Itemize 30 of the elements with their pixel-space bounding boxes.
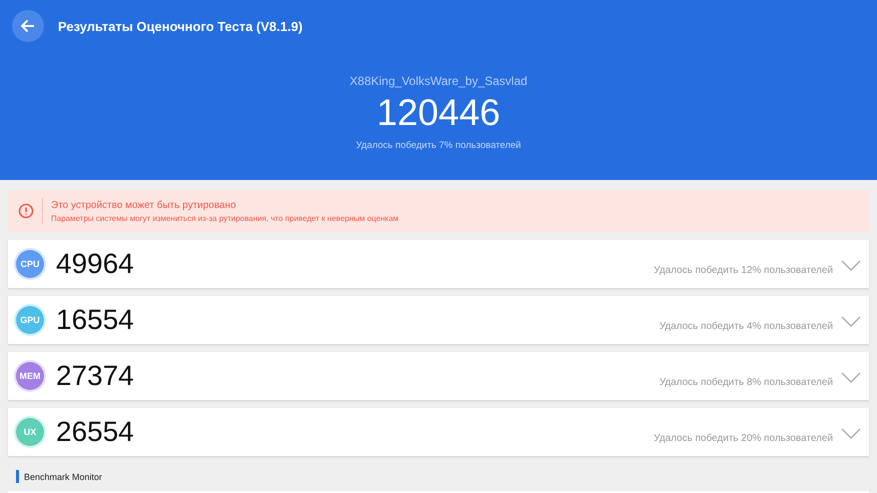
page-title: Результаты Оценочного Теста (V8.1.9): [58, 18, 303, 34]
category-score: 16554: [56, 304, 134, 336]
rank-text: Удалось победить 12% пользователей: [654, 265, 833, 276]
category-score: 49964: [56, 248, 134, 280]
warning-title: Это устройство может быть рутировано: [51, 200, 237, 210]
category-badge: GPU: [16, 306, 44, 334]
category-badge: CPU: [16, 250, 44, 278]
rank-text: Удалось победить 4% пользователей: [659, 321, 833, 332]
score-card[interactable]: UX 26554 Удалось победить 20% пользователей: [8, 408, 869, 456]
warning-icon: [18, 203, 34, 219]
chevron-icon[interactable]: [841, 372, 861, 384]
score-card[interactable]: GPU 16554 Удалось победить 4% пользователей: [8, 296, 869, 344]
category-score: 26554: [56, 416, 134, 448]
total-score: 120446: [376, 92, 500, 134]
back-arrow-icon: [20, 18, 36, 34]
device-name: X88King_VolksWare_by_Sasvlad: [350, 74, 528, 88]
score-card[interactable]: CPU 49964 Удалось победить 12% пользователей: [8, 240, 869, 288]
rank-text: Удалось победить 20% пользователей: [654, 433, 833, 444]
score-card[interactable]: MEM 27374 Удалось победить 8% пользователей: [8, 352, 869, 400]
category-score: 27374: [56, 360, 134, 392]
rank-text: Удалось победить 8% пользователей: [659, 377, 833, 388]
category-badge: MEM: [16, 362, 44, 390]
category-badge: UX: [16, 418, 44, 446]
section-title: Benchmark Monitor: [24, 472, 102, 482]
rank-text: Удалось победить 7% пользователей: [356, 140, 521, 151]
back-button[interactable]: [12, 10, 44, 42]
warning-text: Параметры системы могут измениться из-за рутирования, что приведет к неверным оценкам: [51, 214, 399, 222]
chevron-icon[interactable]: [841, 316, 861, 328]
chevron-icon[interactable]: [841, 260, 861, 272]
chevron-icon[interactable]: [841, 428, 861, 440]
